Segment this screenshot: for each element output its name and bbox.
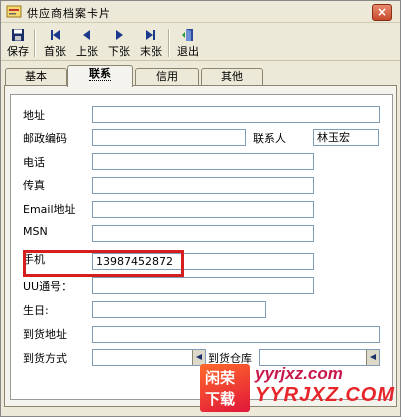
uu-label: UU通号： (23, 280, 73, 293)
exit-door-icon (182, 29, 193, 41)
postcode-input[interactable] (92, 129, 246, 146)
app-icon (6, 5, 22, 18)
address-label: 地址 (23, 109, 45, 122)
fax-input[interactable] (92, 177, 314, 194)
toolbar-separator (168, 29, 170, 57)
last-label: 末张 (140, 45, 162, 58)
next-label: 下张 (108, 45, 130, 58)
save-button[interactable]: 保存 (5, 28, 31, 59)
msn-label: MSN (23, 225, 48, 238)
phone-label: 电话 (23, 156, 45, 169)
tab-contact[interactable]: 联系 (67, 65, 133, 87)
last-record-icon (146, 30, 155, 40)
address-input[interactable] (92, 106, 380, 123)
floppy-disk-icon (12, 29, 24, 41)
tab-credit[interactable]: 信用 (135, 68, 199, 86)
postcode-label: 邮政编码 (23, 132, 67, 145)
delivery-warehouse-dropdown-button[interactable] (366, 350, 379, 365)
close-button[interactable]: × (372, 4, 392, 21)
exit-button[interactable]: 退出 (174, 28, 202, 59)
tab-basic[interactable]: 基本 (5, 68, 67, 86)
annotation-highlight-box (23, 250, 184, 277)
tab-basic-label: 基本 (25, 70, 47, 83)
first-label: 首张 (44, 45, 66, 58)
lookup-arrow-icon (369, 354, 376, 360)
fax-label: 传真 (23, 179, 45, 192)
contact-person-label: 联系人 (253, 132, 286, 145)
prev-record-icon (83, 30, 90, 40)
tab-other-label: 其他 (221, 70, 243, 83)
title-bar: 供应商档案卡片 × (1, 1, 400, 23)
save-label: 保存 (7, 45, 29, 58)
contact-person-input[interactable]: 林玉宏 (313, 129, 379, 146)
next-record-button[interactable]: 下张 (105, 28, 133, 59)
contact-form: 地址 邮政编码 联系人 林玉宏 电话 传真 Email地址 MSN 手机 139… (10, 94, 393, 400)
window-title: 供应商档案卡片 (27, 7, 111, 20)
tab-credit-label: 信用 (156, 70, 178, 83)
toolbar: 保存 首张 上张 下张 末张 退出 (1, 24, 400, 61)
watermark-logo-bottom: 下载 (205, 390, 236, 408)
phone-input[interactable] (92, 153, 314, 170)
lookup-arrow-icon (195, 354, 202, 360)
delivery-method-dropdown-button[interactable] (192, 350, 205, 365)
delivery-address-input[interactable] (92, 326, 380, 343)
toolbar-separator (34, 29, 36, 57)
watermark-logo-top: 闲荣 (205, 369, 236, 387)
birthday-input[interactable] (92, 301, 266, 318)
delivery-address-label: 到货地址 (23, 328, 67, 341)
last-record-button[interactable]: 末张 (137, 28, 165, 59)
contact-tab-panel: 地址 邮政编码 联系人 林玉宏 电话 传真 Email地址 MSN 手机 139… (4, 85, 397, 407)
watermark-url-lower: yyrjxz.com (255, 364, 343, 383)
watermark-logo: 闲荣 下载 (200, 364, 250, 412)
tab-contact-label: 联系 (89, 67, 111, 81)
first-record-button[interactable]: 首张 (41, 28, 69, 59)
prev-record-button[interactable]: 上张 (73, 28, 101, 59)
prev-label: 上张 (76, 45, 98, 58)
msn-input[interactable] (92, 225, 314, 242)
uu-input[interactable] (92, 277, 314, 294)
delivery-method-label: 到货方式 (23, 352, 67, 365)
next-record-icon (116, 30, 123, 40)
supplier-card-window: 供应商档案卡片 × 保存 首张 上张 下张 末张 退出 基本 联系 信用 其他 … (0, 0, 401, 417)
email-input[interactable] (92, 201, 314, 218)
tab-other[interactable]: 其他 (201, 68, 263, 86)
first-record-icon (51, 30, 60, 40)
delivery-method-select[interactable] (92, 349, 206, 366)
exit-label: 退出 (177, 45, 199, 58)
tab-strip: 基本 联系 信用 其他 (1, 65, 400, 87)
watermark-url-upper: YYRJXZ.COM (255, 384, 396, 406)
birthday-label: 生日: (23, 304, 49, 317)
email-label: Email地址 (23, 203, 76, 216)
